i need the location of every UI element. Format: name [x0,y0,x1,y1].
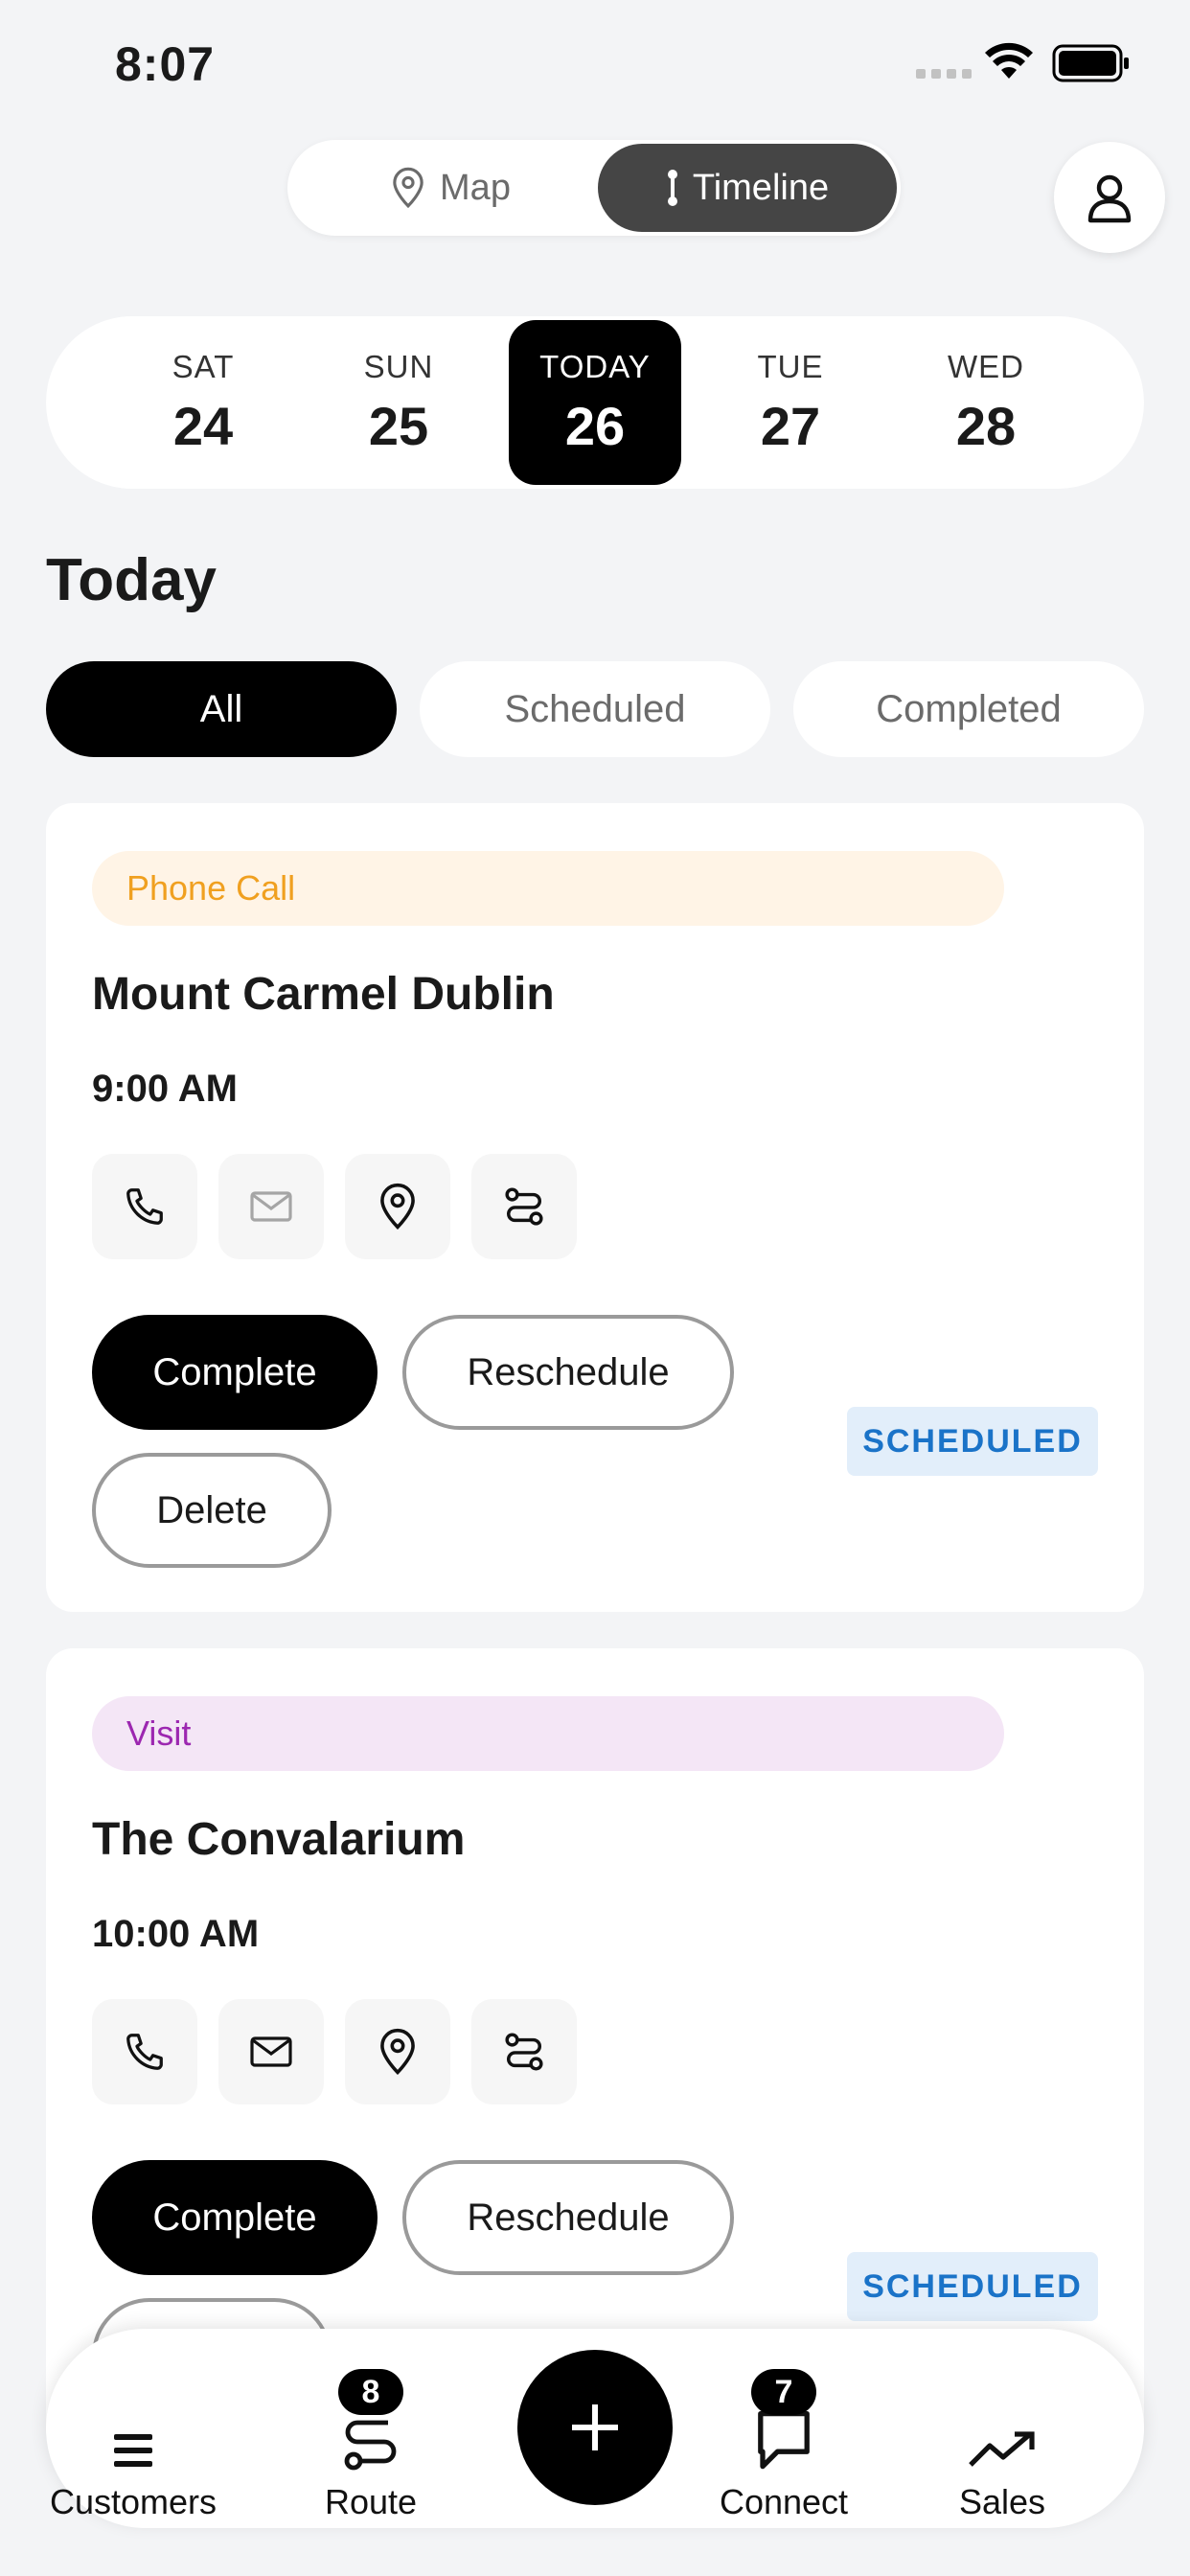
date-number: 28 [955,395,1017,456]
filter-completed[interactable]: Completed [793,661,1144,757]
tab-timeline[interactable]: Timeline [598,144,897,232]
date-number: 26 [564,395,626,456]
date-sat-24[interactable]: SAT 24 [117,320,289,485]
date-day: SUN [363,348,434,384]
plus-icon [572,2404,618,2450]
date-number: 25 [368,395,429,456]
date-number: 27 [760,395,821,456]
status-bar: 8:07 [0,0,1190,125]
nav-sales[interactable]: Sales [945,2329,1060,2528]
location-button[interactable] [345,1154,450,1259]
appointment-time: 9:00 AM [92,1068,238,1110]
date-strip: SAT 24 SUN 25 TODAY 26 TUE 27 WED 28 [46,316,1144,489]
phone-icon [126,1188,163,1225]
complete-button[interactable]: Complete [92,2160,378,2275]
call-button[interactable] [92,1999,197,2104]
date-number: 24 [172,395,234,456]
section-title: Today [46,547,217,613]
email-button[interactable] [218,1999,324,2104]
view-toggle: Map Timeline [287,140,901,236]
appointment-time: 10:00 AM [92,1913,260,1955]
date-day: WED [948,348,1024,384]
chat-icon [758,2410,810,2470]
nav-connect[interactable]: 7 Connect [717,2329,851,2528]
status-badge: SCHEDULED [847,2252,1098,2321]
delete-button[interactable]: Delete [92,1453,332,1568]
date-tue-27[interactable]: TUE 27 [704,320,877,485]
mail-icon [250,1191,292,1222]
list-icon [112,2390,154,2471]
date-today-26[interactable]: TODAY 26 [509,320,681,485]
profile-button[interactable] [1054,142,1165,253]
tab-map[interactable]: Map [326,144,575,232]
wifi-icon [985,42,1033,79]
map-pin-icon [393,167,423,209]
route-button[interactable] [471,1154,577,1259]
battery-icon [1052,44,1129,82]
user-icon [1087,174,1132,223]
date-day: TUE [757,348,824,384]
tab-map-label: Map [440,167,511,208]
mail-icon [250,2036,292,2067]
tab-timeline-label: Timeline [692,167,830,208]
appointment-type-badge: Visit [92,1696,1004,1771]
date-day: SAT [172,348,235,384]
route-button[interactable] [471,1999,577,2104]
nav-sales-label: Sales [958,2482,1046,2521]
status-badge: SCHEDULED [847,1407,1098,1476]
filter-all[interactable]: All [46,661,397,757]
appointment-card: Phone Call Mount Carmel Dublin 9:00 AM C… [46,803,1144,1612]
nav-route[interactable]: 8 Route [318,2329,423,2528]
nav-customers[interactable]: Customers [50,2329,217,2528]
route-count-badge: 8 [338,2369,403,2415]
status-time: 8:07 [115,37,216,91]
call-button[interactable] [92,1154,197,1259]
appointment-type-badge: Phone Call [92,851,1004,926]
route-icon [344,2420,397,2471]
timeline-icon [667,170,677,206]
customer-name: Mount Carmel Dublin [92,969,555,1020]
trend-up-icon [967,2390,1038,2471]
location-button[interactable] [345,1999,450,2104]
nav-route-label: Route [324,2482,418,2521]
map-pin-icon [380,2028,415,2075]
complete-button[interactable]: Complete [92,1315,378,1430]
nav-connect-label: Connect [719,2482,849,2521]
connect-count-badge: 7 [751,2369,816,2415]
route-icon [505,1187,543,1226]
date-sun-25[interactable]: SUN 25 [312,320,485,485]
phone-icon [126,2034,163,2070]
email-button[interactable] [218,1154,324,1259]
nav-customers-label: Customers [49,2482,217,2521]
add-button[interactable] [517,2350,673,2505]
filter-scheduled[interactable]: Scheduled [420,661,770,757]
route-icon [505,2033,543,2071]
cellular-signal-icon [916,69,972,79]
map-pin-icon [380,1183,415,1230]
customer-name: The Convalarium [92,1814,466,1865]
date-wed-28[interactable]: WED 28 [900,320,1072,485]
reschedule-button[interactable]: Reschedule [402,1315,734,1430]
reschedule-button[interactable]: Reschedule [402,2160,734,2275]
date-day: TODAY [539,348,651,384]
